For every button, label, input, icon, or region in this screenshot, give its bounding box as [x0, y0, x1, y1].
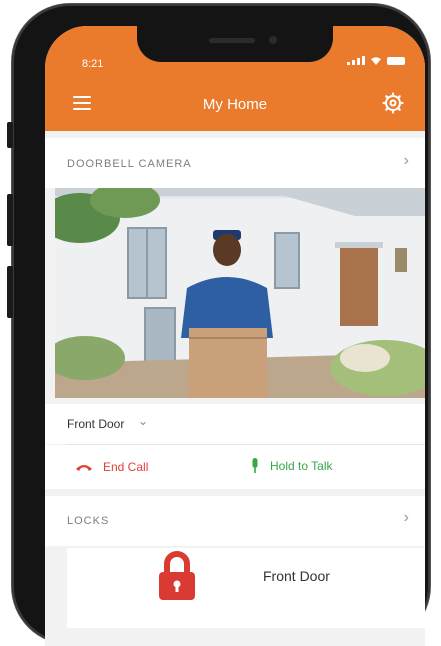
hold-to-talk-label: Hold to Talk [270, 459, 333, 473]
call-controls: End Call Hold to Talk [45, 445, 425, 489]
end-call-button[interactable]: End Call [75, 460, 148, 474]
doorbell-camera-header[interactable]: DOORBELL CAMERA › [45, 138, 425, 188]
battery-icon [387, 57, 405, 65]
status-icons [347, 56, 405, 65]
volume-down-button [7, 266, 13, 318]
front-camera [269, 36, 277, 44]
end-call-label: End Call [103, 460, 149, 474]
wifi-icon [371, 57, 381, 65]
chevron-right-icon[interactable]: › [404, 509, 409, 527]
lock-card-front-door[interactable]: Front Door [67, 548, 425, 628]
chevron-down-icon[interactable]: ⌄ [138, 414, 148, 428]
microphone-icon [252, 458, 258, 473]
doorbell-camera-feed[interactable] [55, 188, 425, 398]
cellular-signal-icon [347, 56, 365, 65]
locks-header[interactable]: LOCKS › [45, 496, 425, 546]
camera-feed-image [55, 188, 425, 398]
hold-to-talk-button[interactable]: Hold to Talk [250, 458, 332, 474]
phone-frame: 8:21 My Home DOORBELL CAMERA › Front Doo… [7, 4, 430, 646]
status-time: 8:21 [82, 58, 104, 70]
end-call-icon [76, 465, 92, 471]
doorbell-section-label: DOORBELL CAMERA [67, 158, 192, 170]
camera-location-label: Front Door [67, 417, 125, 431]
lock-name: Front Door [263, 568, 330, 584]
camera-location-selector[interactable]: Front Door ⌄ [45, 404, 425, 444]
gear-icon[interactable] [381, 91, 405, 115]
lock-icon[interactable] [157, 550, 197, 600]
locks-section-label: LOCKS [67, 515, 110, 527]
chevron-right-icon[interactable]: › [404, 152, 409, 170]
speaker-grille [209, 38, 255, 43]
page-title: My Home [202, 96, 268, 113]
volume-up-button [7, 194, 13, 246]
silent-switch [7, 122, 13, 148]
phone-notch [137, 26, 333, 62]
phone-screen: 8:21 My Home DOORBELL CAMERA › Front Doo… [45, 26, 425, 646]
